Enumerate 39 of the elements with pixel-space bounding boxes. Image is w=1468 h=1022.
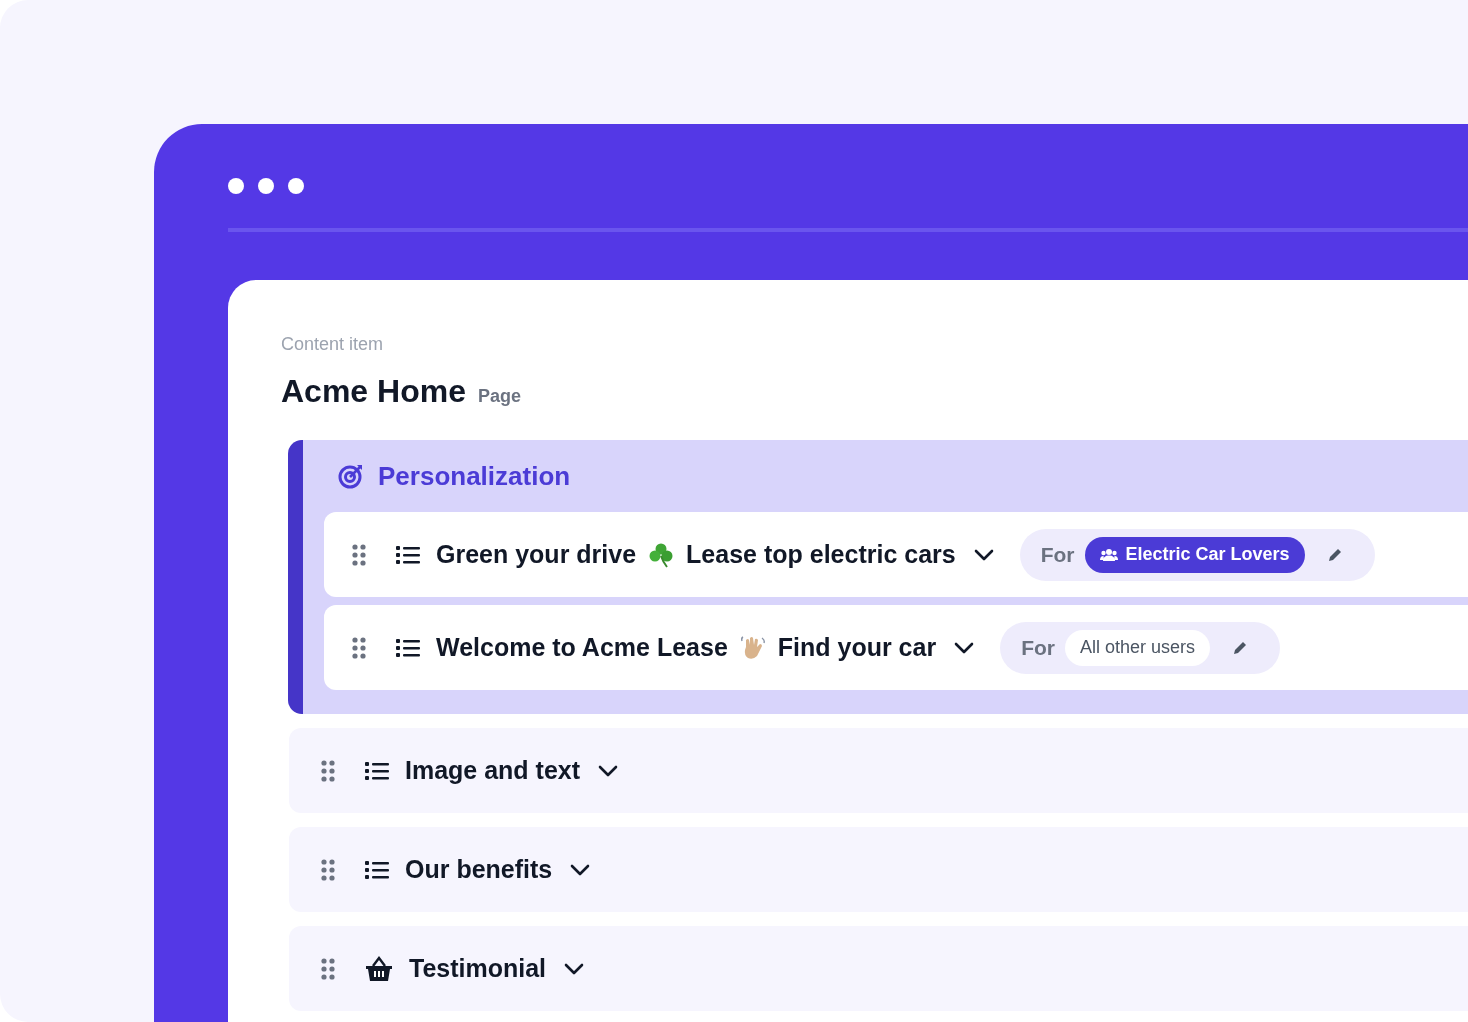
audience-tag[interactable]: Electric Car Lovers: [1084, 536, 1305, 573]
list-icon: [365, 859, 389, 880]
block-title: Image and text: [405, 756, 581, 785]
chevron-down-icon[interactable]: [564, 962, 585, 975]
chevron-down-icon[interactable]: [598, 764, 619, 777]
for-label: For: [1021, 635, 1055, 660]
for-label: For: [1040, 542, 1075, 567]
window-dot-icon: [258, 178, 274, 194]
clover-icon: [648, 541, 675, 568]
chevron-down-icon[interactable]: [570, 863, 591, 876]
list-icon: [396, 637, 420, 658]
variant-title: Lease top electric cars: [686, 540, 956, 569]
eyebrow-label: Content item: [281, 334, 385, 355]
drag-handle-icon[interactable]: [352, 543, 366, 566]
page-title: Acme Home: [281, 373, 466, 410]
drag-handle-icon[interactable]: [321, 759, 335, 782]
target-icon: [338, 463, 364, 489]
section-title: Personalization: [378, 460, 571, 492]
list-icon: [365, 760, 389, 781]
drag-handle-icon[interactable]: [352, 636, 366, 659]
variant-title: Find your car: [777, 633, 937, 662]
window-dot-icon: [288, 178, 304, 194]
audience-tag[interactable]: All other users: [1065, 629, 1211, 666]
list-icon: [396, 544, 420, 565]
drag-handle-icon[interactable]: [321, 858, 335, 881]
users-icon: [1099, 547, 1118, 562]
block-title: Testimonial: [409, 954, 547, 983]
window-dot-icon: [228, 178, 244, 194]
block-title: Our benefits: [405, 855, 553, 884]
content-type-label: Page: [477, 386, 521, 407]
variant-title: Green your drive: [436, 540, 637, 569]
variant-title: Welcome to Acme Lease: [436, 633, 728, 662]
pencil-icon[interactable]: [1326, 546, 1343, 563]
chevron-down-icon[interactable]: [954, 641, 975, 654]
chevron-down-icon[interactable]: [973, 548, 994, 561]
drag-handle-icon[interactable]: [321, 957, 335, 980]
basket-icon: [365, 955, 393, 982]
pencil-icon[interactable]: [1232, 639, 1249, 656]
waving-hand-icon: [739, 634, 766, 661]
